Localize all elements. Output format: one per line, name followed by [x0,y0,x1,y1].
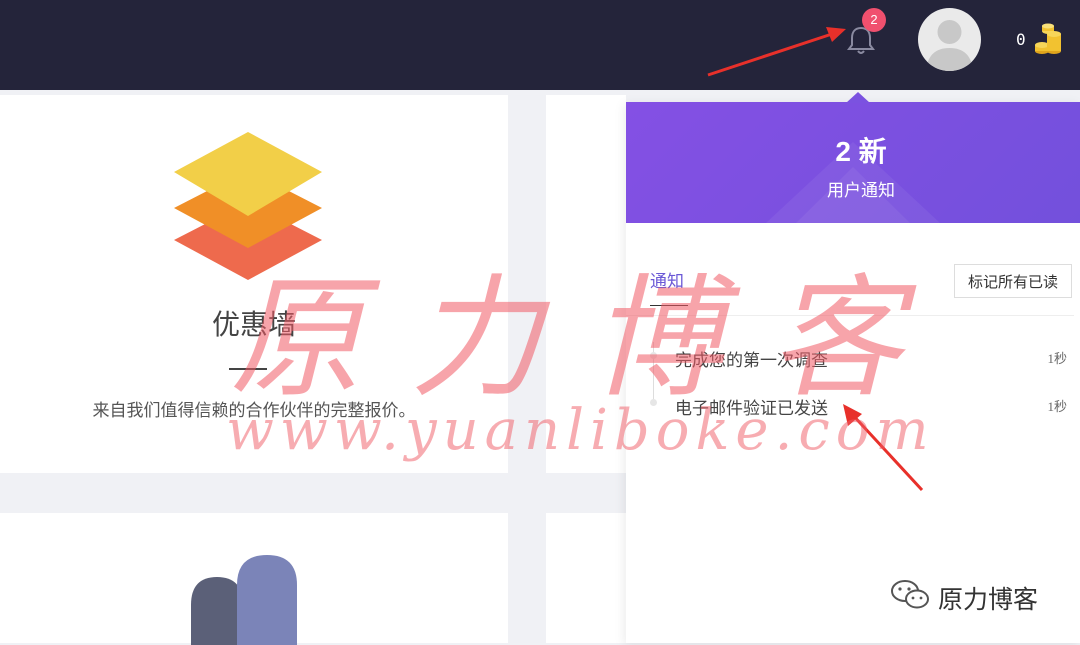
avatar[interactable] [918,8,981,71]
coin-balance: 0 [1016,30,1026,49]
coins-icon [1035,23,1061,54]
notification-text: 电子邮件验证已发送 [675,399,828,418]
panel-subtitle: 用户通知 [827,181,895,200]
list-item[interactable]: 电子邮件验证已发送 1秒 [675,394,1075,424]
new-notifications-count: 2 新 [835,136,887,167]
timeline-dot [650,399,657,406]
card-description: 来自我们值得信赖的合作伙伴的完整报价。 [92,401,416,420]
footer-brand: 原力博客 [938,586,1039,614]
tab-underline [650,305,688,306]
card-title-underline [229,368,267,370]
notifications-panel: 2 新 用户通知 通知 标记所有已读 完成您的第一次调查 1秒 电子邮件验证已发… [626,102,1080,643]
panel-caret [846,92,870,103]
notification-text: 完成您的第一次调查 [675,351,828,370]
mark-all-read-button[interactable]: 标记所有已读 [954,264,1072,298]
list-item[interactable]: 完成您的第一次调查 1秒 [675,346,1075,376]
panel-header: 2 新 用户通知 [626,102,1080,223]
tab-notifications[interactable]: 通知 [650,267,684,292]
notification-time: 1秒 [1047,399,1067,414]
people-icon [191,555,297,645]
card-partial-right [546,95,626,473]
panel-divider [626,315,1074,316]
layers-icon [174,132,322,280]
notification-badge: 2 [862,8,886,32]
notification-time: 1秒 [1047,351,1067,366]
timeline-line [653,342,654,402]
card-title: 优惠墙 [211,309,296,340]
timeline-dot [650,352,657,359]
wechat-icon [891,580,929,609]
card-bottom-right [546,513,626,643]
